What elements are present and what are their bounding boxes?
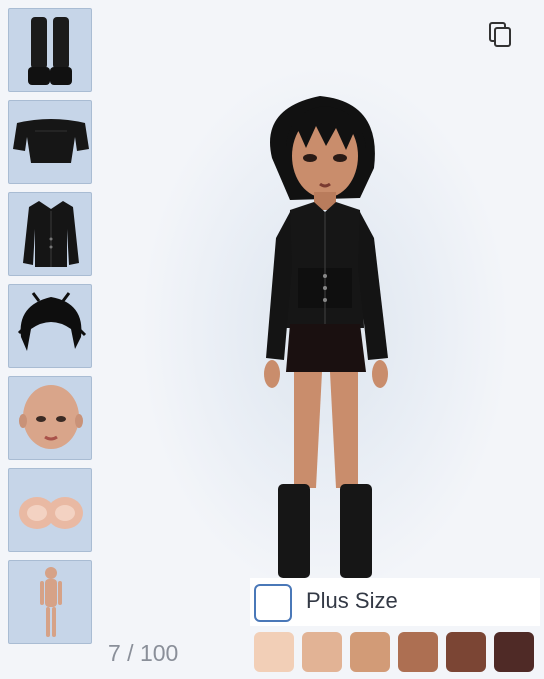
avatar-character — [264, 96, 388, 578]
page-counter: 7 / 100 — [108, 640, 179, 666]
jacket-icon — [23, 201, 79, 267]
copy-icon — [489, 22, 511, 47]
sidebar-item-boots[interactable] — [8, 8, 92, 92]
skin-tone-swatch-6[interactable] — [494, 632, 534, 672]
sidebar-item-body[interactable] — [8, 560, 92, 644]
off-shoulder-top-icon — [13, 119, 89, 163]
plus-size-label: Plus Size — [306, 588, 398, 613]
avatar-boot-right — [340, 484, 372, 578]
sidebar-item-face[interactable] — [8, 376, 92, 460]
hair-icon — [17, 292, 87, 351]
skin-tone-swatch-3[interactable] — [350, 632, 390, 672]
chest-icon — [19, 497, 83, 529]
body-icon — [40, 567, 62, 637]
sidebar-item-hair[interactable] — [8, 284, 92, 368]
skin-tone-swatch-1[interactable] — [254, 632, 294, 672]
avatar-skirt — [286, 324, 366, 372]
copy-button[interactable] — [486, 20, 516, 50]
plus-size-checkbox[interactable] — [254, 584, 292, 622]
sidebar-item-top[interactable] — [8, 100, 92, 184]
boots-icon — [28, 17, 72, 85]
skin-tone-swatch-4[interactable] — [398, 632, 438, 672]
sidebar-item-chest[interactable] — [8, 468, 92, 552]
sidebar-item-jacket[interactable] — [8, 192, 92, 276]
avatar-boot-left — [278, 484, 310, 578]
skin-tone-swatch-2[interactable] — [302, 632, 342, 672]
face-icon — [19, 385, 83, 449]
skin-tone-swatch-5[interactable] — [446, 632, 486, 672]
